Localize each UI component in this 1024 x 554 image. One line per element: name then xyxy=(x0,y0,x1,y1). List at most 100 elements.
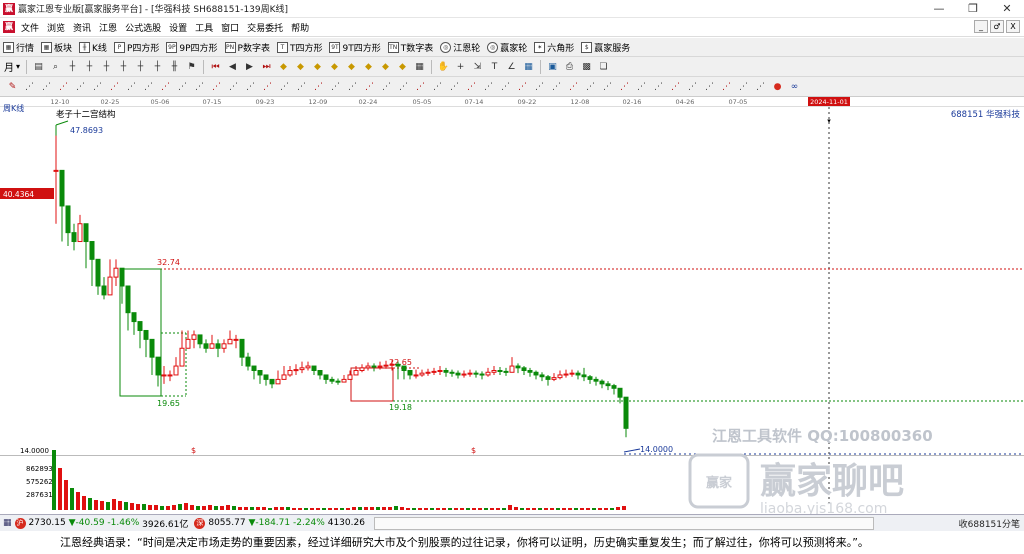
fan-icon[interactable]: ⋰ xyxy=(754,80,767,93)
minimize-button[interactable]: — xyxy=(922,0,956,18)
fan-icon[interactable]: ⋰ xyxy=(346,80,359,93)
fan-icon[interactable]: ⋰ xyxy=(499,80,512,93)
fan-icon[interactable]: ⋰ xyxy=(57,80,70,93)
fan-icon[interactable]: ⋰ xyxy=(584,80,597,93)
fan-icon[interactable]: ⋰ xyxy=(737,80,750,93)
mdi-minimize-button[interactable]: _ xyxy=(974,20,988,33)
last-icon[interactable]: ⏭ xyxy=(260,60,273,73)
diamond-icon[interactable]: ◆ xyxy=(345,60,358,73)
bars-icon[interactable]: ┼ xyxy=(117,60,130,73)
toolbar-button[interactable]: ▦ 板块 xyxy=(38,41,76,54)
prev-icon[interactable]: ◀ xyxy=(226,60,239,73)
menu-item[interactable]: 资讯 xyxy=(69,21,95,34)
index-sh[interactable]: ▦ 沪 2730.15 ▼-40.59 -1.46% 3926.61亿 xyxy=(0,517,191,530)
fan-icon[interactable]: ⋰ xyxy=(618,80,631,93)
toolbar-button[interactable]: ◎ 赢家轮 xyxy=(484,41,531,54)
chevron-down-icon[interactable]: ▾ xyxy=(16,62,20,71)
toolbar-button[interactable]: ◎ 江恩轮 xyxy=(437,41,484,54)
toolbar-button[interactable]: PN P数字表 xyxy=(222,41,274,54)
calendar-icon[interactable]: ▤ xyxy=(32,60,45,73)
fan-icon[interactable]: ⋰ xyxy=(380,80,393,93)
diamond-icon[interactable]: ◆ xyxy=(396,60,409,73)
bars-icon[interactable]: ┼ xyxy=(83,60,96,73)
fan-icon[interactable]: ⋰ xyxy=(431,80,444,93)
fan-icon[interactable]: ⋰ xyxy=(23,80,36,93)
bars-icon[interactable]: ┼ xyxy=(151,60,164,73)
menu-item[interactable]: 帮助 xyxy=(287,21,313,34)
fan-icon[interactable]: ⋰ xyxy=(142,80,155,93)
infinity-icon[interactable]: ∞ xyxy=(788,80,801,93)
print-icon[interactable]: ⎙ xyxy=(563,60,576,73)
index-sz[interactable]: 深 8055.77 ▼-184.71 -2.24% 4130.26 xyxy=(191,517,368,529)
fan-icon[interactable]: ⋰ xyxy=(516,80,529,93)
fan-icon[interactable]: ⋰ xyxy=(125,80,138,93)
fan-icon[interactable]: ⋰ xyxy=(329,80,342,93)
fan-icon[interactable]: ⋰ xyxy=(108,80,121,93)
color-icon[interactable]: ● xyxy=(771,80,784,93)
toolbar-button[interactable]: $ 赢家服务 xyxy=(578,41,634,54)
fan-icon[interactable]: ⋰ xyxy=(448,80,461,93)
menu-item[interactable]: 设置 xyxy=(165,21,191,34)
cross-icon[interactable]: + xyxy=(454,60,467,73)
kline-chart[interactable]: 12-10 02-25 05-06 07-15 09-23 12-09 02-24 05-05… xyxy=(0,97,1024,517)
chart-area[interactable]: 12-10 02-25 05-06 07-15 09-23 12-09 02-24 05-05… xyxy=(0,97,1024,517)
flag-icon[interactable]: ⚑ xyxy=(185,60,198,73)
fan-icon[interactable]: ⋰ xyxy=(261,80,274,93)
menu-item[interactable]: 江恩 xyxy=(95,21,121,34)
toolbar-button[interactable]: 9T 9T四方形 xyxy=(326,41,384,54)
fan-icon[interactable]: ⋰ xyxy=(482,80,495,93)
fan-icon[interactable]: ⋰ xyxy=(363,80,376,93)
angle-icon[interactable]: ∠ xyxy=(505,60,518,73)
fan-icon[interactable]: ⋰ xyxy=(397,80,410,93)
mdi-restore-button[interactable]: ♂ xyxy=(990,20,1004,33)
menu-item[interactable]: 文件 xyxy=(17,21,43,34)
diamond-icon[interactable]: ◆ xyxy=(328,60,341,73)
diamond-icon[interactable]: ◆ xyxy=(379,60,392,73)
fan-icon[interactable]: ⋰ xyxy=(312,80,325,93)
fan-icon[interactable]: ⋰ xyxy=(720,80,733,93)
diamond-icon[interactable]: ◆ xyxy=(277,60,290,73)
bars-icon[interactable]: ┼ xyxy=(100,60,113,73)
next-icon[interactable]: ▶ xyxy=(243,60,256,73)
fan-icon[interactable]: ⋰ xyxy=(686,80,699,93)
grid-icon[interactable]: ▦ xyxy=(413,60,426,73)
measure-icon[interactable]: ⇲ xyxy=(471,60,484,73)
zoom-icon[interactable]: ⌕ xyxy=(49,60,62,73)
diamond-icon[interactable]: ◆ xyxy=(294,60,307,73)
fan-icon[interactable]: ⋰ xyxy=(652,80,665,93)
fan-icon[interactable]: ⋰ xyxy=(635,80,648,93)
menu-item[interactable]: 工具 xyxy=(191,21,217,34)
image-icon[interactable]: ▩ xyxy=(580,60,593,73)
toolbar-button[interactable]: ✶ 六角形 xyxy=(531,41,578,54)
fan-icon[interactable]: ⋰ xyxy=(244,80,257,93)
close-button[interactable]: ✕ xyxy=(990,0,1024,18)
tick-data-label[interactable]: 收688151分笔 xyxy=(959,517,1020,530)
fan-icon[interactable]: ⋰ xyxy=(40,80,53,93)
fan-icon[interactable]: ⋰ xyxy=(533,80,546,93)
layers-icon[interactable]: ❏ xyxy=(597,60,610,73)
fan-icon[interactable]: ⋰ xyxy=(601,80,614,93)
save-icon[interactable]: ▣ xyxy=(546,60,559,73)
diamond-icon[interactable]: ◆ xyxy=(311,60,324,73)
toolbar-button[interactable]: ╫ K线 xyxy=(76,41,111,54)
fan-icon[interactable]: ⋰ xyxy=(210,80,223,93)
menu-item[interactable]: 窗口 xyxy=(217,21,243,34)
table-icon[interactable]: ▦ xyxy=(522,60,535,73)
toolbar-button[interactable]: 9P 9P四方形 xyxy=(163,41,221,54)
fan-icon[interactable]: ⋰ xyxy=(278,80,291,93)
fan-icon[interactable]: ⋰ xyxy=(703,80,716,93)
fan-icon[interactable]: ⋰ xyxy=(176,80,189,93)
toolbar-button[interactable]: P P四方形 xyxy=(111,41,163,54)
fan-icon[interactable]: ⋰ xyxy=(550,80,563,93)
bars-icon[interactable]: ┼ xyxy=(134,60,147,73)
fan-icon[interactable]: ⋰ xyxy=(74,80,87,93)
period-select[interactable]: 月 xyxy=(4,59,14,74)
maximize-button[interactable]: ❐ xyxy=(956,0,990,18)
fan-icon[interactable]: ⋰ xyxy=(227,80,240,93)
fan-icon[interactable]: ⋰ xyxy=(465,80,478,93)
fan-icon[interactable]: ⋰ xyxy=(159,80,172,93)
menu-item[interactable]: 公式选股 xyxy=(121,21,165,34)
fan-icon[interactable]: ⋰ xyxy=(295,80,308,93)
fan-icon[interactable]: ⋰ xyxy=(91,80,104,93)
menu-item[interactable]: 浏览 xyxy=(43,21,69,34)
